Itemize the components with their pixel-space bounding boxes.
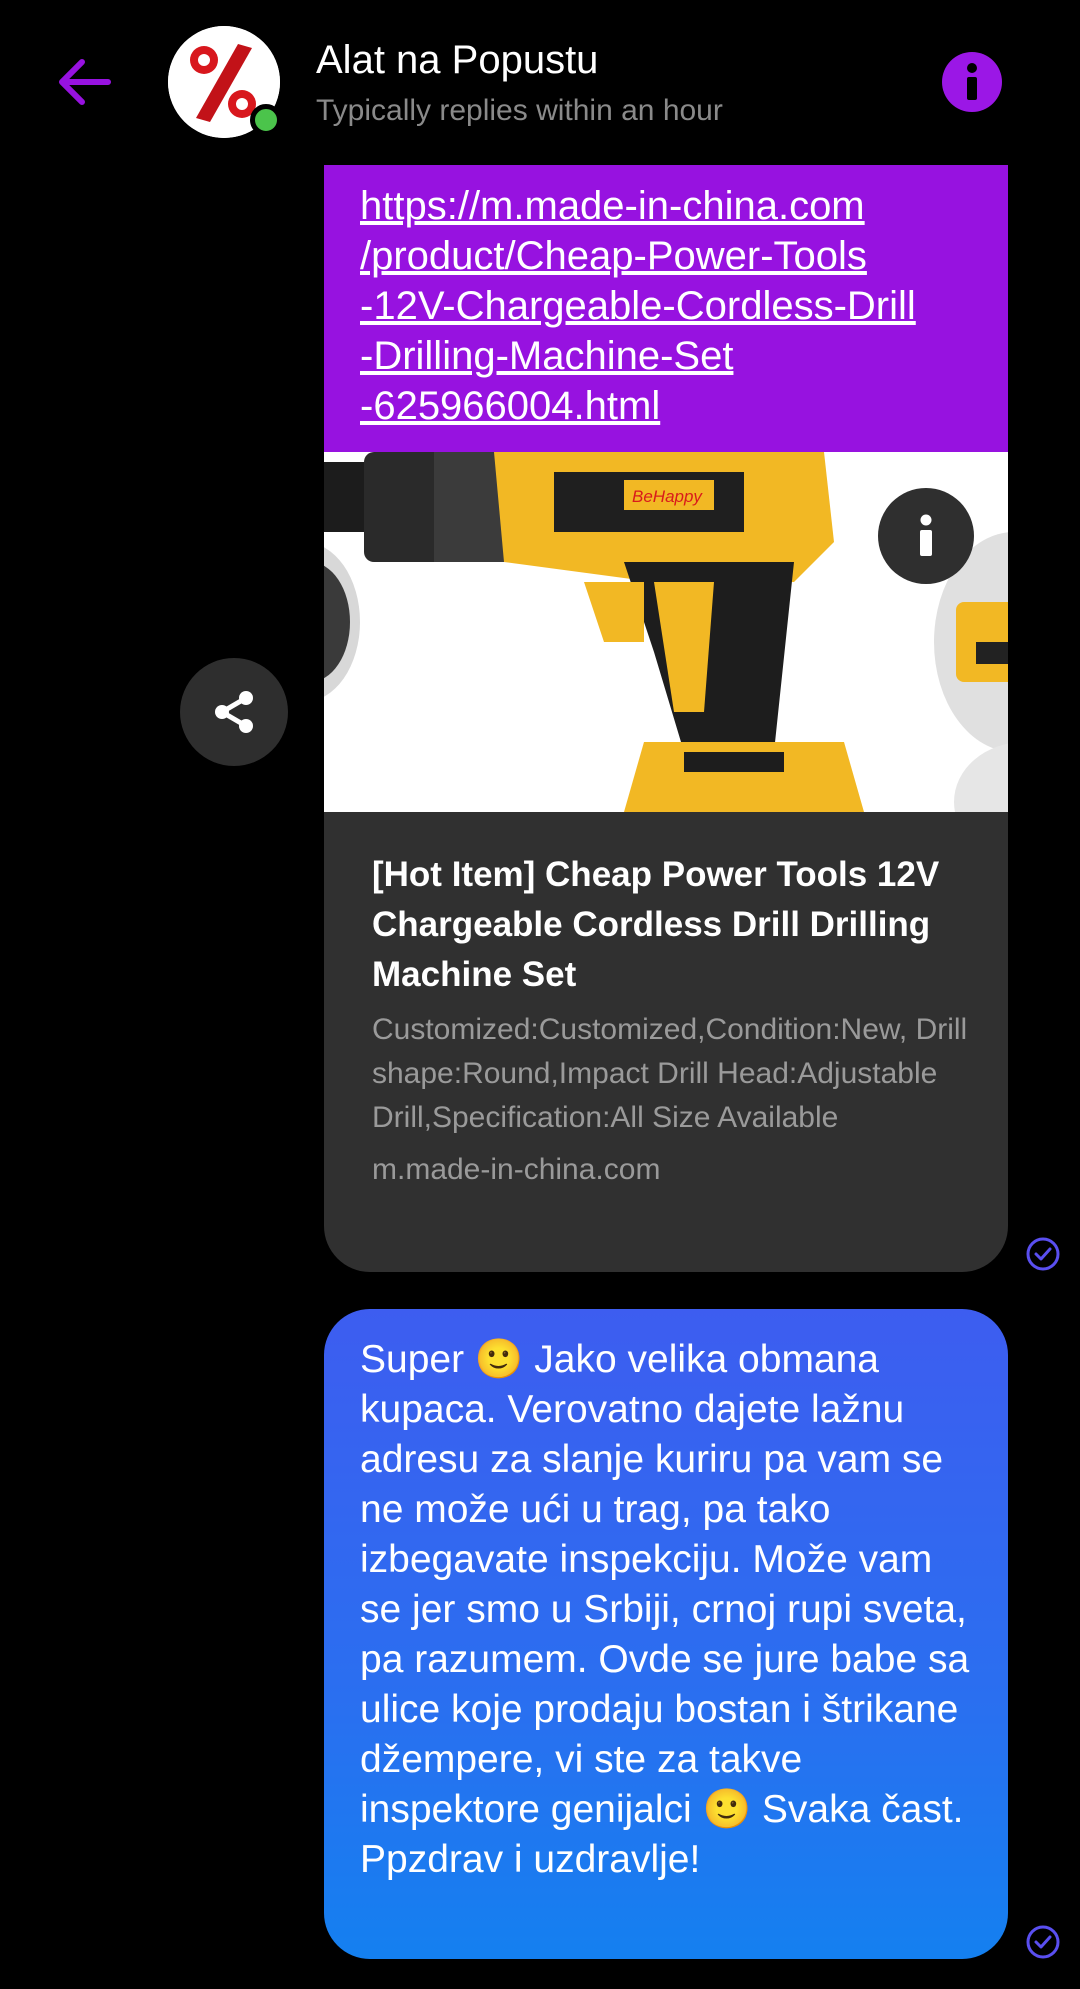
preview-domain: m.made-in-china.com [372,1153,661,1186]
message-text[interactable]: Super 🙂 Jako velika obmana kupaca. Verov… [360,1335,972,1885]
preview-info-button[interactable] [878,488,974,584]
link-url-line[interactable]: /product/Cheap-Power-Tools [360,231,972,281]
link-preview-image[interactable]: BeHappy [324,452,1008,812]
conversation-info-button[interactable] [942,52,1002,112]
avatar[interactable] [168,26,282,138]
contact-status: Typically replies within an hour [316,94,723,127]
share-icon [215,691,253,733]
share-button[interactable] [180,658,288,766]
check-circle-icon [1026,1237,1060,1271]
preview-description: Customized:Customized,Condition:New, Dri… [372,1013,968,1134]
arrow-left-icon [59,59,111,105]
link-preview-text[interactable]: [Hot Item] Cheap Power Tools 12V Chargea… [372,850,972,1192]
chat-header: Alat na Popustu Typically replies within… [0,0,1080,165]
link-url-line[interactable]: -625966004.html [360,381,972,431]
sent-message-bubble[interactable]: Super 🙂 Jako velika obmana kupaca. Verov… [324,1309,1008,1959]
back-button[interactable] [52,50,116,114]
preview-title[interactable]: [Hot Item] Cheap Power Tools 12V Chargea… [372,850,972,1000]
link-url[interactable]: https://m.made-in-china.com /product/Che… [360,181,972,431]
link-url-line[interactable]: -Drilling-Machine-Set [360,331,972,381]
link-url-line[interactable]: -12V-Chargeable-Cordless-Drill [360,281,972,331]
contact-name[interactable]: Alat na Popustu [316,38,598,83]
link-url-box[interactable]: https://m.made-in-china.com /product/Che… [324,165,1008,452]
info-icon [967,63,977,100]
info-icon [920,514,932,556]
brand-label: BeHappy [632,487,703,506]
link-url-line[interactable]: https://m.made-in-china.com [360,181,972,231]
link-message[interactable]: https://m.made-in-china.com /product/Che… [324,165,1008,1272]
check-circle-icon [1026,1925,1060,1959]
online-indicator [250,104,282,136]
